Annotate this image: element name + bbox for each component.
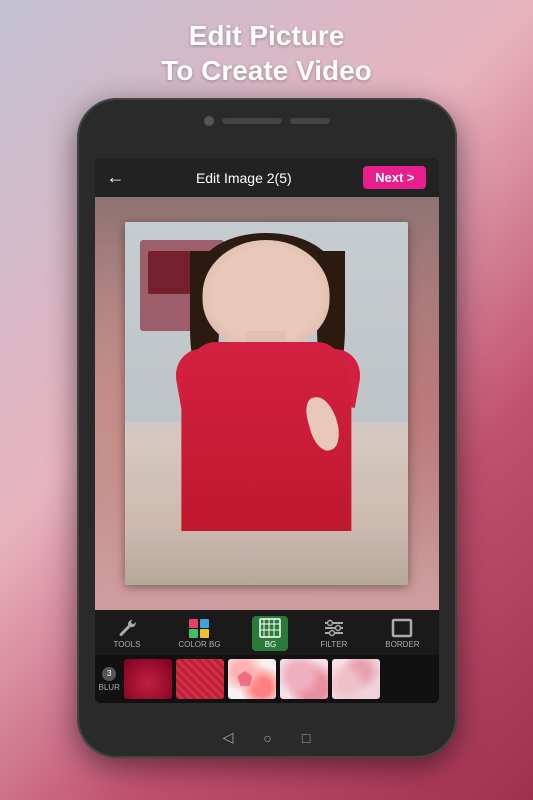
tool-tools-label: TOOLS: [113, 640, 140, 649]
app-header: ← Edit Image 2(5) Next >: [95, 158, 439, 197]
bg-thumbnail-1[interactable]: [124, 659, 172, 699]
tool-color-bg-label: COLOR BG: [178, 640, 220, 649]
speaker-bar: [222, 118, 282, 124]
nav-back-button[interactable]: ◁: [223, 729, 234, 746]
phone-shell: ← Edit Image 2(5) Next >: [77, 98, 457, 758]
image-preview: [95, 197, 439, 610]
phone-screen: ← Edit Image 2(5) Next >: [95, 158, 439, 703]
title-line2: To Create Video: [161, 53, 372, 88]
blur-count: 3: [102, 667, 116, 681]
wrench-icon: [115, 618, 139, 638]
tool-color-bg[interactable]: COLOR BG: [172, 616, 226, 651]
tool-filter-label: FILTER: [320, 640, 347, 649]
tool-border[interactable]: BORDER: [379, 616, 425, 651]
photo-frame: [125, 222, 407, 585]
nav-home-button[interactable]: ○: [263, 730, 271, 746]
camera-dot: [204, 116, 214, 126]
tool-filter[interactable]: FILTER: [314, 616, 353, 651]
back-button[interactable]: ←: [107, 167, 125, 188]
title-line1: Edit Picture: [161, 18, 372, 53]
tool-border-label: BORDER: [385, 640, 419, 649]
phone-wrapper: ← Edit Image 2(5) Next >: [77, 98, 457, 758]
filter-icon: [322, 618, 346, 638]
bg-icon: [258, 618, 282, 638]
blur-badge: 3 BLUR: [99, 667, 120, 692]
tool-bg[interactable]: BG: [252, 616, 288, 651]
border-icon: [390, 618, 414, 638]
phone-top-bar: [204, 116, 330, 126]
color-bg-icon: [187, 618, 211, 638]
bg-thumbnail-4[interactable]: [280, 659, 328, 699]
bg-strip: 3 BLUR: [95, 655, 439, 703]
next-button[interactable]: Next >: [363, 166, 426, 189]
bg-thumbnail-2[interactable]: [176, 659, 224, 699]
phone-bottom-bar: ◁ ○ □: [167, 729, 367, 746]
photo-bg-decoration2: [148, 251, 190, 295]
photo-content: [125, 222, 407, 585]
tool-tools[interactable]: TOOLS: [107, 616, 146, 651]
bg-thumbnail-3[interactable]: [228, 659, 276, 699]
title-area: Edit Picture To Create Video: [161, 0, 372, 98]
tools-bar: TOOLS COLOR BG: [95, 610, 439, 655]
header-title: Edit Image 2(5): [196, 170, 292, 186]
bg-thumbnail-5[interactable]: [332, 659, 380, 699]
nav-recents-button[interactable]: □: [302, 730, 310, 746]
tool-bg-label: BG: [265, 640, 277, 649]
blur-label: BLUR: [99, 683, 120, 692]
photo-floor: [125, 531, 407, 586]
sensor-bar: [290, 118, 330, 124]
